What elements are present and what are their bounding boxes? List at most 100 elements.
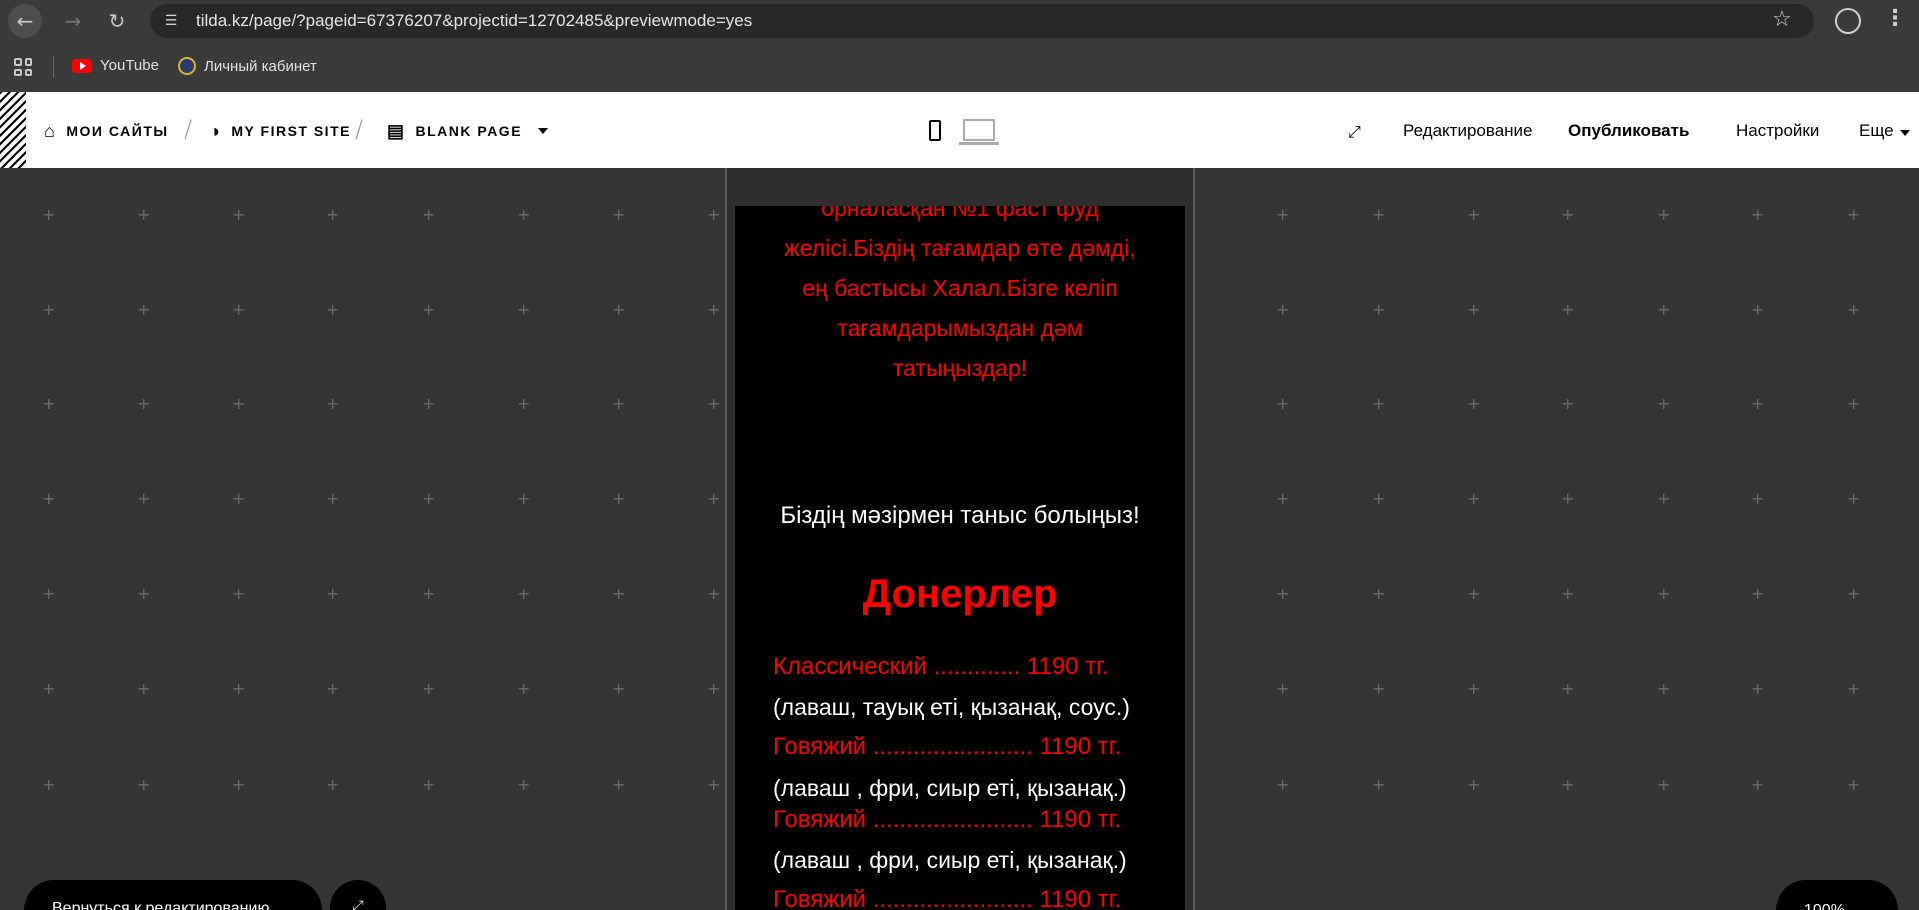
grid-plus-mark: + <box>137 300 151 319</box>
menu-item-desc: (лаваш , фри, сиыр еті, қызанақ.) <box>773 775 1127 801</box>
grid-plus-mark: + <box>1657 775 1671 794</box>
grid-plus-mark: + <box>1372 205 1386 224</box>
expand-icon[interactable]: ⤢ <box>330 880 386 910</box>
zoom-selector[interactable]: 100% ⌄ <box>1776 880 1898 910</box>
grid-plus-mark: + <box>1276 300 1290 319</box>
cabinet-icon <box>178 57 196 75</box>
mobile-view-icon[interactable] <box>929 120 941 141</box>
forward-icon[interactable]: → <box>56 4 90 38</box>
grid-plus-mark: + <box>1657 300 1671 319</box>
publish-button[interactable]: Опубликовать <box>1568 121 1689 141</box>
grid-plus-mark: + <box>42 205 56 224</box>
back-icon[interactable]: ← <box>8 4 42 38</box>
grid-plus-mark: + <box>1561 489 1575 508</box>
intro-line: тағамдарымыздан дәм <box>837 315 1083 341</box>
grid-plus-mark: + <box>42 489 56 508</box>
grid-plus-mark: + <box>1847 775 1861 794</box>
grid-plus-mark: + <box>1847 394 1861 413</box>
grid-plus-mark: + <box>1561 775 1575 794</box>
chevron-down-icon: ⌄ <box>1849 902 1862 910</box>
url-text[interactable]: tilda.kz/page/?pageid=67376207&projectid… <box>196 11 752 31</box>
grid-plus-mark: + <box>707 584 721 603</box>
grid-plus-mark: + <box>137 584 151 603</box>
grid-plus-mark: + <box>1372 584 1386 603</box>
grid-plus-mark: + <box>1847 679 1861 698</box>
breadcrumb-site[interactable]: ◑ MY FIRST SITE <box>209 122 351 140</box>
grid-plus-mark: + <box>422 205 436 224</box>
grid-plus-mark: + <box>1847 300 1861 319</box>
menu-item-name: Говяжий ........................ 1190 тг… <box>773 806 1122 833</box>
grid-plus-mark: + <box>517 679 531 698</box>
bookmarks-divider <box>53 56 54 78</box>
grid-plus-mark: + <box>1372 679 1386 698</box>
intro-line: татыңыздар! <box>892 355 1028 381</box>
grid-plus-mark: + <box>1751 489 1765 508</box>
site-info-icon[interactable]: ☰ <box>160 10 182 32</box>
desktop-view-icon[interactable] <box>963 119 995 141</box>
intro-text: орналасқан №1 фаст фуд желісі.Біздің тағ… <box>735 206 1185 388</box>
grid-plus-mark: + <box>137 679 151 698</box>
chevron-down-icon <box>538 128 549 134</box>
grid-plus-mark: + <box>1751 679 1765 698</box>
menu-item-name: Классический ............. 1190 тг. <box>773 653 1109 680</box>
grid-plus-mark: + <box>1657 205 1671 224</box>
fullscreen-icon[interactable]: ⤢ <box>1348 122 1361 142</box>
grid-plus-mark: + <box>1372 394 1386 413</box>
grid-plus-mark: + <box>707 300 721 319</box>
grid-plus-mark: + <box>422 394 436 413</box>
breadcrumb-page[interactable]: ▤ BLANK PAGE <box>387 121 549 141</box>
grid-plus-mark: + <box>707 205 721 224</box>
bookmark-cabinet[interactable]: Личный кабинет <box>178 57 317 75</box>
grid-plus-mark: + <box>422 679 436 698</box>
settings-button[interactable]: Настройки <box>1736 121 1819 141</box>
grid-plus-mark: + <box>1467 394 1481 413</box>
grid-plus-mark: + <box>612 300 626 319</box>
breadcrumb-label: MY FIRST SITE <box>231 123 351 139</box>
reload-icon[interactable]: ↻ <box>100 4 134 38</box>
grid-plus-mark: + <box>422 489 436 508</box>
page-icon: ▤ <box>387 121 406 141</box>
more-label: Еще <box>1859 121 1894 140</box>
grid-plus-mark: + <box>232 205 246 224</box>
edit-button[interactable]: Редактирование <box>1403 121 1533 141</box>
grid-plus-mark: + <box>42 679 56 698</box>
grid-plus-mark: + <box>42 394 56 413</box>
grid-plus-mark: + <box>1751 394 1765 413</box>
grid-plus-mark: + <box>1467 584 1481 603</box>
grid-plus-mark: + <box>326 205 340 224</box>
grid-plus-mark: + <box>517 394 531 413</box>
grid-plus-mark: + <box>1276 394 1290 413</box>
grid-plus-mark: + <box>1276 205 1290 224</box>
grid-plus-mark: + <box>517 300 531 319</box>
grid-plus-mark: + <box>1561 205 1575 224</box>
apps-icon[interactable] <box>14 58 32 76</box>
grid-plus-mark: + <box>1467 679 1481 698</box>
grid-plus-mark: + <box>42 775 56 794</box>
breadcrumb-separator: / <box>184 115 193 143</box>
grid-plus-mark: + <box>612 775 626 794</box>
grid-plus-mark: + <box>1657 584 1671 603</box>
browser-menu-icon[interactable]: ⋮ <box>1884 6 1906 31</box>
back-to-editing-button[interactable]: Вернуться к редактированию <box>24 880 322 910</box>
menu-item-desc: (лаваш , фри, сиыр еті, қызанақ.) <box>773 847 1127 873</box>
more-button[interactable]: Еще <box>1859 121 1910 141</box>
grid-plus-mark: + <box>326 300 340 319</box>
grid-plus-mark: + <box>1657 489 1671 508</box>
grid-plus-mark: + <box>1751 775 1765 794</box>
grid-plus-mark: + <box>1467 205 1481 224</box>
youtube-icon <box>72 58 92 73</box>
grid-plus-mark: + <box>326 489 340 508</box>
profile-icon[interactable] <box>1835 8 1861 34</box>
bookmark-star-icon[interactable]: ☆ <box>1772 7 1792 32</box>
intro-line: желісі.Біздің тағамдар өте дәмді, <box>784 235 1136 261</box>
grid-plus-mark: + <box>517 489 531 508</box>
home-icon: ⌂ <box>44 121 57 141</box>
grid-plus-mark: + <box>232 394 246 413</box>
grid-plus-mark: + <box>1847 584 1861 603</box>
breadcrumb-my-sites[interactable]: ⌂ МОИ САЙТЫ <box>44 122 169 140</box>
grid-plus-mark: + <box>1276 679 1290 698</box>
tilda-logo-pattern <box>0 92 26 168</box>
bookmark-label: Личный кабинет <box>204 57 317 75</box>
bookmark-youtube[interactable]: YouTube <box>72 57 159 74</box>
grid-plus-mark: + <box>326 584 340 603</box>
